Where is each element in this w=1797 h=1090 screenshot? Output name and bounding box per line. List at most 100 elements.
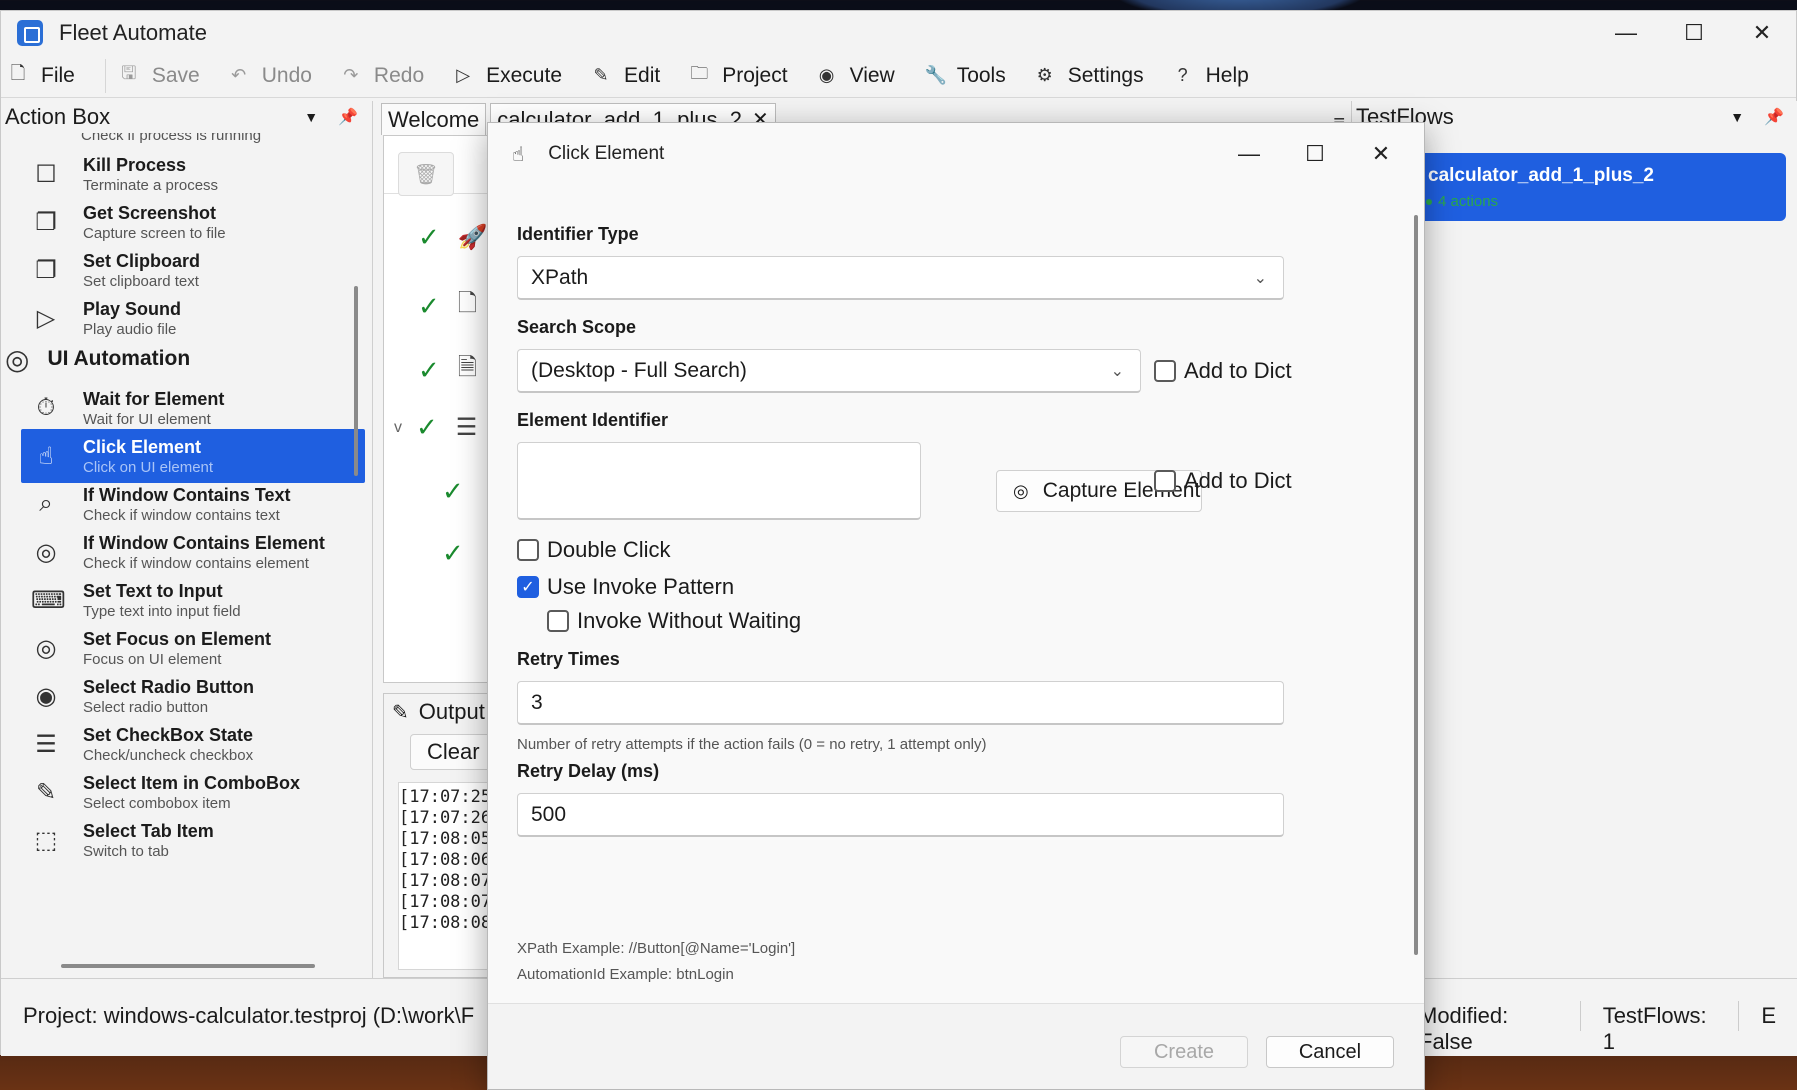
dialog-maximize-button[interactable]: ☐ xyxy=(1282,141,1348,167)
checkbox-box[interactable] xyxy=(547,610,569,632)
double-click-checkbox[interactable]: Double Click xyxy=(517,537,671,563)
action-item-set-text-to-input[interactable]: ⌨ Set Text to Input Type text into input f… xyxy=(21,573,365,627)
action-item-if-window-contains-text[interactable]: ⌕ If Window Contains Text Check if window … xyxy=(21,477,365,531)
tab-label: Welcome xyxy=(388,106,480,132)
menu-settings[interactable]: ⚙ Settings xyxy=(1036,64,1144,88)
flow-step[interactable]: ✓ xyxy=(442,538,464,569)
status-testflows: TestFlows: 1 xyxy=(1602,1003,1707,1054)
menu-view[interactable]: ◉ View xyxy=(818,64,895,88)
retry-times-input[interactable]: 3 xyxy=(517,681,1284,725)
menu-bar: 🗋 File 🖫 Save ↶ Undo ↷ Redo ▷ Execute ✎ Edit 🗀 Projec… xyxy=(1,54,1796,98)
timer-icon: ⏱ xyxy=(36,394,56,421)
menu-help[interactable]: ? Help xyxy=(1174,64,1249,88)
menu-redo[interactable]: ↷ Redo xyxy=(342,64,424,88)
dialog-scrollbar[interactable] xyxy=(1414,215,1418,955)
action-item-select-radio-button[interactable]: ◉ Select Radio Button Select radio button xyxy=(21,669,365,723)
retry-delay-input[interactable]: 500 xyxy=(517,793,1284,837)
action-item-set-clipboard[interactable]: ❐ Set Clipboard Set clipboard text xyxy=(21,243,365,297)
flow-step[interactable]: ✓ 🗎 xyxy=(418,350,477,391)
action-item-if-window-contains-element[interactable]: ◎ If Window Contains Element Check if wind… xyxy=(21,525,365,579)
menu-execute[interactable]: ▷ Execute xyxy=(454,64,562,88)
dialog-close-button[interactable]: ✕ xyxy=(1348,141,1414,167)
flow-step[interactable]: ✓ xyxy=(442,476,464,507)
invoke-without-waiting-checkbox[interactable]: Invoke Without Waiting xyxy=(547,608,801,634)
create-button[interactable]: Create xyxy=(1120,1036,1248,1068)
click-element-dialog: ☝ Click Element — ☐ ✕ Identifier Type XP… xyxy=(487,122,1425,1090)
action-item-title: Kill Process xyxy=(83,154,187,175)
action-item-subtitle: Terminate a process xyxy=(83,176,219,194)
menu-undo[interactable]: ↶ Undo xyxy=(230,64,312,88)
action-item-subtitle: Play audio file xyxy=(83,320,177,338)
vertical-scrollbar[interactable] xyxy=(354,286,358,476)
title-bar: Fleet Automate — ☐ ✕ xyxy=(1,11,1796,54)
category-ui-automation[interactable]: ◎ UI Automation xyxy=(1,339,190,379)
dropdown-arrow-icon[interactable]: ▼ xyxy=(304,109,318,125)
action-item-title: Select Radio Button xyxy=(83,676,255,697)
action-item-set-focus-on-element[interactable]: ◎ Set Focus on Element Focus on UI element xyxy=(21,621,365,675)
dialog-title-bar: ☝ Click Element — ☐ ✕ xyxy=(488,123,1424,185)
add-to-dict-identifier-checkbox[interactable]: Add to Dict xyxy=(1154,468,1292,494)
flow-step-group[interactable]: v ✓ ☰ xyxy=(394,412,477,443)
dialog-minimize-button[interactable]: — xyxy=(1216,141,1282,167)
maximize-button[interactable]: ☐ xyxy=(1660,11,1728,54)
element-identifier-input[interactable] xyxy=(517,442,921,520)
square-icon: ☐ xyxy=(35,160,57,188)
action-item-set-checkbox-state[interactable]: ☰ Set CheckBox State Check/uncheck checkbo… xyxy=(21,717,365,771)
target-icon: ◎ xyxy=(35,634,57,662)
menu-label: Save xyxy=(151,63,200,87)
action-list: Check if process is running ☐ Kill Proces… xyxy=(1,133,372,978)
close-button[interactable]: ✕ xyxy=(1728,11,1796,54)
search-scope-value: (Desktop - Full Search) xyxy=(531,358,747,382)
action-item-click-element[interactable]: ☝ Click Element Click on UI element xyxy=(21,429,365,483)
action-item-subtitle: Check/uncheck checkbox xyxy=(83,746,254,764)
play-icon: ▷ xyxy=(36,304,56,332)
action-item-title: Set Focus on Element xyxy=(83,628,272,649)
menu-edit[interactable]: ✎ Edit xyxy=(592,64,660,88)
pin-icon[interactable]: 📌 xyxy=(338,107,358,127)
pin-icon[interactable]: 📌 xyxy=(1764,107,1784,127)
chevron-down-icon[interactable]: v xyxy=(394,419,402,437)
click-icon: ☝ xyxy=(38,442,54,470)
filter-icon: ☰ xyxy=(455,414,478,441)
action-item-wait-for-element[interactable]: ⏱ Wait for Element Wait for UI element xyxy=(21,381,365,435)
dropdown-arrow-icon[interactable]: ▼ xyxy=(1730,109,1744,125)
menu-save[interactable]: 🖫 Save xyxy=(120,61,200,91)
action-item-select-item-in-combobox[interactable]: ✎ Select Item in ComboBox Select combobox … xyxy=(21,765,365,819)
search-scope-select[interactable]: (Desktop - Full Search) ⌄ xyxy=(517,349,1141,393)
undo-icon: ↶ xyxy=(231,65,247,85)
identifier-type-select[interactable]: XPath ⌄ xyxy=(517,256,1284,300)
minimize-button[interactable]: — xyxy=(1592,11,1660,54)
menu-project[interactable]: 🗀 Project xyxy=(690,61,787,91)
checkbox-box[interactable] xyxy=(1154,470,1176,492)
check-icon: ✓ xyxy=(418,222,440,252)
action-item-get-screenshot[interactable]: ❐ Get Screenshot Capture screen to file xyxy=(21,195,365,249)
menu-label: Settings xyxy=(1067,63,1144,87)
flow-step[interactable]: ✓ 🚀 xyxy=(418,222,488,253)
checkbox-label: Invoke Without Waiting xyxy=(577,608,802,633)
action-item-select-tab-item[interactable]: ⬚ Select Tab Item Switch to tab xyxy=(21,813,365,867)
delete-button[interactable]: 🗑 xyxy=(398,152,454,196)
use-invoke-pattern-checkbox[interactable]: ✓ Use Invoke Pattern xyxy=(517,574,734,600)
testflow-action-count: 4 actions xyxy=(1438,193,1499,210)
menu-tools[interactable]: 🔧 Tools xyxy=(925,64,1006,88)
document-icon: 🗎 xyxy=(457,354,478,381)
tab-welcome[interactable]: Welcome xyxy=(381,103,487,135)
edit-icon: ✎ xyxy=(35,778,57,806)
chevron-down-icon: ⌄ xyxy=(1110,362,1124,380)
automationid-example-hint: AutomationId Example: btnLogin xyxy=(517,966,734,983)
checkbox-box[interactable] xyxy=(1154,360,1176,382)
action-box-panel: Action Box ▼ 📌 Check if process is runni… xyxy=(1,101,373,978)
checkbox-box[interactable]: ✓ xyxy=(517,576,539,598)
flow-step[interactable]: ✓ 🗋 xyxy=(418,286,477,327)
checkbox-box[interactable] xyxy=(517,539,539,561)
tab-icon: ⬚ xyxy=(34,826,58,854)
action-item-play-sound[interactable]: ▷ Play Sound Play audio file xyxy=(21,291,365,345)
menu-file[interactable]: 🗋 File xyxy=(9,61,75,91)
menu-label: Help xyxy=(1205,63,1249,87)
cancel-button[interactable]: Cancel xyxy=(1266,1036,1394,1068)
add-to-dict-scope-checkbox[interactable]: Add to Dict xyxy=(1154,358,1292,384)
action-item-subtitle: Check if window contains text xyxy=(83,506,280,524)
clipboard-icon: ❐ xyxy=(35,256,57,284)
action-item-kill-process[interactable]: ☐ Kill Process Terminate a process xyxy=(21,147,365,201)
horizontal-scrollbar[interactable] xyxy=(61,964,315,968)
